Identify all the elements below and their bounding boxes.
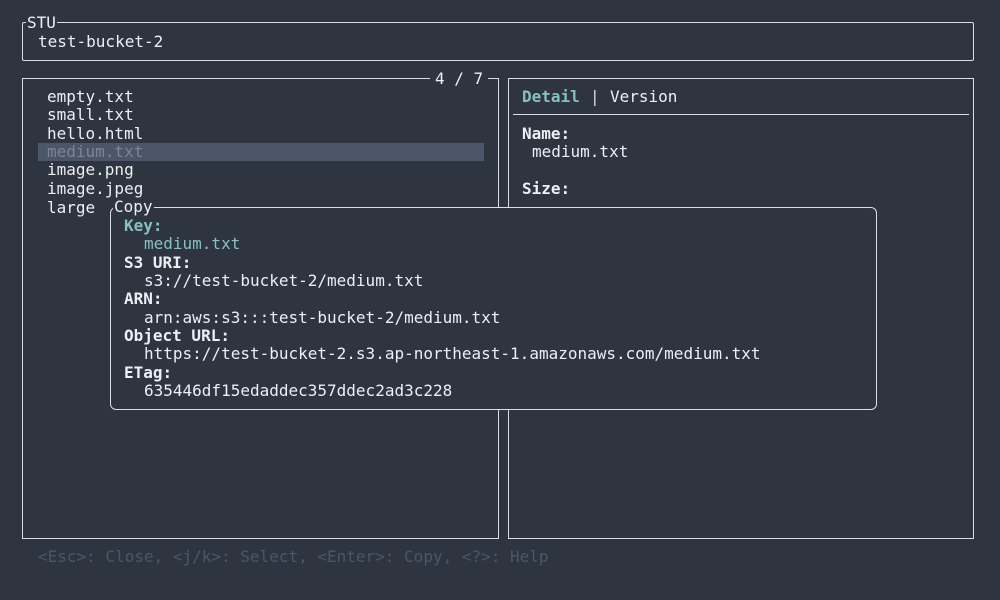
list-position-counter: 4 / 7 [430, 70, 489, 88]
copy-etag-label[interactable]: ETag: [124, 364, 172, 382]
tab-separator: | [590, 87, 600, 106]
app-title: STU [26, 13, 57, 32]
copy-object-url-label[interactable]: Object URL: [124, 327, 230, 345]
tabs-divider [513, 114, 969, 115]
list-item[interactable]: image.png [47, 161, 134, 179]
tab-version[interactable]: Version [610, 88, 677, 106]
copy-key-label[interactable]: Key: [124, 217, 163, 235]
list-item[interactable]: empty.txt [47, 88, 134, 106]
detail-size-label: Size: [522, 179, 571, 198]
keybinding-help: <Esc>: Close, <j/k>: Select, <Enter>: Co… [38, 547, 549, 566]
list-item-selected[interactable]: medium.txt [47, 143, 143, 161]
copy-dialog-title: Copy [113, 197, 154, 216]
copy-s3-uri-label[interactable]: S3 URI: [124, 254, 191, 272]
copy-key-value[interactable]: medium.txt [144, 235, 240, 253]
bucket-name: test-bucket-2 [38, 32, 164, 51]
copy-arn-label[interactable]: ARN: [124, 290, 163, 308]
bucket-header-panel [22, 22, 974, 61]
copy-arn-value[interactable]: arn:aws:s3:::test-bucket-2/medium.txt [144, 309, 500, 327]
copy-etag-value[interactable]: 635446df15edaddec357ddec2ad3c228 [144, 382, 452, 400]
list-item[interactable]: hello.html [47, 125, 143, 143]
tab-detail[interactable]: Detail [522, 88, 580, 106]
list-item[interactable]: image.jpeg [47, 180, 143, 198]
copy-object-url-value[interactable]: https://test-bucket-2.s3.ap-northeast-1.… [144, 345, 761, 363]
detail-name-label: Name: [522, 124, 571, 143]
list-item[interactable]: large [47, 199, 95, 217]
detail-name-value: medium.txt [532, 142, 629, 161]
copy-s3-uri-value[interactable]: s3://test-bucket-2/medium.txt [144, 272, 423, 290]
list-item[interactable]: small.txt [47, 106, 134, 124]
